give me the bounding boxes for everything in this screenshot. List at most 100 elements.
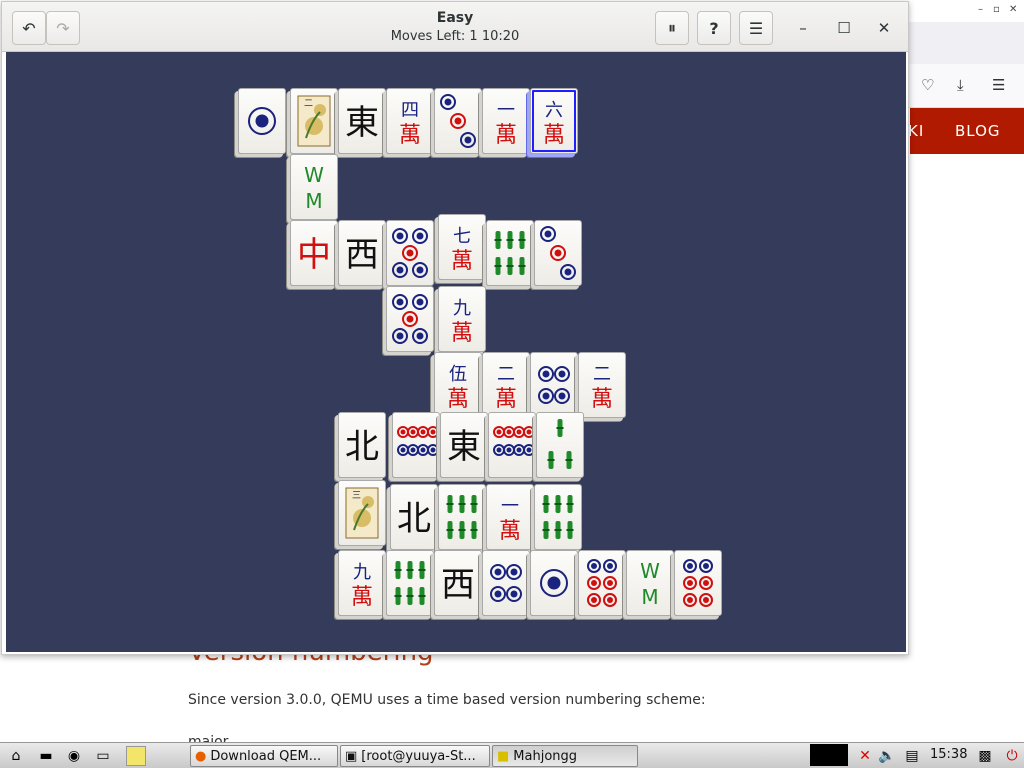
mahjong-tile[interactable]: 四萬 xyxy=(386,88,434,154)
tile-face-wan: 九萬 xyxy=(451,298,473,346)
tile-face-wan: 一萬 xyxy=(499,496,521,544)
mahjong-tile[interactable] xyxy=(674,550,722,616)
svg-text:萬: 萬 xyxy=(543,123,565,148)
svg-text:西: 西 xyxy=(441,565,475,605)
mahjong-tile[interactable]: 北 xyxy=(338,412,386,478)
browser-close-icon[interactable]: ✕ xyxy=(1009,4,1017,15)
mahjong-tile[interactable] xyxy=(578,550,626,616)
game-board[interactable]: 二東四萬一萬六萬WM中西七萬九萬伍萬二萬二萬北東三北一萬九萬西WM xyxy=(6,52,906,652)
clock[interactable]: 15:38 xyxy=(930,747,967,762)
mahjong-tile[interactable]: 一萬 xyxy=(482,88,530,154)
mahjong-tile[interactable]: 西 xyxy=(338,220,386,286)
mahjong-tile[interactable] xyxy=(530,352,578,418)
mahjong-tile[interactable] xyxy=(488,412,536,478)
download-icon[interactable]: ⤓ xyxy=(957,76,964,94)
tile-face-dot5 xyxy=(392,228,428,278)
help-icon: ? xyxy=(709,18,719,38)
browser-minimize-icon[interactable]: – xyxy=(978,4,983,15)
svg-text:三: 三 xyxy=(352,491,361,501)
mahjongg-icon: ■ xyxy=(497,748,510,764)
main-menu-button[interactable]: ☰ xyxy=(739,11,773,45)
tile-face-char: 北 xyxy=(397,499,431,539)
mahjong-tile[interactable] xyxy=(536,412,584,478)
svg-text:萬: 萬 xyxy=(399,123,421,148)
show-desktop-icon[interactable]: ▬ xyxy=(36,746,56,766)
tile-face-wan: 伍萬 xyxy=(447,364,469,412)
tile-face-char: 東 xyxy=(447,427,481,467)
tile-face-dot1 xyxy=(248,107,276,135)
taskbar-item-mahjongg[interactable]: ■ Mahjongg xyxy=(492,745,638,767)
power-icon[interactable]: ⏻ xyxy=(1002,746,1022,766)
workspace-icon[interactable] xyxy=(126,746,146,766)
page-paragraph: Since version 3.0.0, QEMU uses a time ba… xyxy=(188,692,706,708)
mahjong-tile[interactable]: 伍萬 xyxy=(434,352,482,418)
tile-face-wan: 四萬 xyxy=(399,100,421,148)
user-icon[interactable]: ▩ xyxy=(975,746,995,766)
close-button[interactable]: ✕ xyxy=(871,15,897,41)
browser-launcher-icon[interactable]: ◉ xyxy=(64,746,84,766)
volume-icon[interactable]: 🔈 xyxy=(877,746,897,766)
minimize-button[interactable]: – xyxy=(790,15,816,41)
mahjong-tile[interactable] xyxy=(482,550,530,616)
tile-face-dot8 xyxy=(493,426,534,456)
mahjong-tile[interactable]: 中 xyxy=(290,220,338,286)
menu-icon[interactable]: ☰ xyxy=(992,76,1005,94)
tile-face-bam: WM xyxy=(640,559,660,609)
taskbar-item-label: Mahjongg xyxy=(513,748,578,764)
selected-mahjong-tile[interactable]: 六萬 xyxy=(530,88,578,154)
mahjong-tile[interactable] xyxy=(238,88,286,154)
tile-face-wan: 二萬 xyxy=(591,364,613,412)
mahjong-tile[interactable] xyxy=(534,220,582,286)
mahjong-tile[interactable]: 東 xyxy=(338,88,386,154)
nav-link-blog[interactable]: BLOG xyxy=(955,122,1001,140)
pause-button[interactable]: ⏸ xyxy=(655,11,689,45)
nav-link-wiki[interactable]: KI xyxy=(908,122,924,140)
files-launcher-icon[interactable]: ▭ xyxy=(93,746,113,766)
mahjong-tile[interactable] xyxy=(534,484,582,550)
tile-face-char: 西 xyxy=(345,235,379,275)
browser-maximize-icon[interactable]: ▫ xyxy=(993,4,1000,15)
svg-text:四: 四 xyxy=(401,100,419,121)
mahjong-tile[interactable]: 七萬 xyxy=(438,214,486,280)
mahjong-tile[interactable]: 東 xyxy=(440,412,488,478)
taskbar-item-terminal[interactable]: ▣ [root@yuuya-St... xyxy=(340,745,490,767)
svg-text:M: M xyxy=(305,189,322,213)
mahjong-tile[interactable]: 西 xyxy=(434,550,482,616)
mahjong-tile[interactable]: WM xyxy=(290,154,338,220)
mahjong-tile[interactable]: 九萬 xyxy=(438,286,486,352)
mahjong-tile[interactable]: 九萬 xyxy=(338,550,386,616)
mahjong-tile[interactable]: 一萬 xyxy=(486,484,534,550)
mahjong-tile[interactable] xyxy=(386,286,434,352)
mahjong-tile[interactable] xyxy=(486,220,534,286)
taskbar-item-label: Download QEM... xyxy=(210,748,322,764)
hint-button[interactable]: ? xyxy=(697,11,731,45)
start-menu-icon[interactable]: ⌂ xyxy=(6,746,26,766)
mahjong-tile[interactable]: 二萬 xyxy=(482,352,530,418)
svg-text:西: 西 xyxy=(345,235,379,275)
tile-face-dot4 xyxy=(490,564,522,602)
clipboard-icon[interactable]: ▤ xyxy=(902,746,922,766)
mahjong-tile[interactable] xyxy=(438,484,486,550)
mahjong-tile[interactable]: 北 xyxy=(390,484,438,550)
maximize-button[interactable]: ☐ xyxy=(831,15,857,41)
tile-face-wan: 六萬 xyxy=(543,100,565,148)
taskbar-item-firefox[interactable]: ● Download QEM... xyxy=(190,745,338,767)
tray-blank xyxy=(810,744,848,766)
mahjong-tile[interactable] xyxy=(392,412,440,478)
svg-text:萬: 萬 xyxy=(499,519,521,544)
svg-text:二: 二 xyxy=(593,364,611,385)
tile-face-wan: 九萬 xyxy=(351,562,373,610)
mahjong-tile[interactable] xyxy=(386,220,434,286)
network-icon[interactable]: ✕ xyxy=(855,746,875,766)
mahjong-tile[interactable] xyxy=(530,550,578,616)
mahjong-tile[interactable] xyxy=(386,550,434,616)
mahjong-tile[interactable]: 三 xyxy=(338,480,386,546)
mahjong-tile[interactable] xyxy=(434,88,482,154)
mahjong-tile[interactable]: 二萬 xyxy=(578,352,626,418)
pocket-icon[interactable]: ♡ xyxy=(921,76,934,94)
mahjong-tile[interactable]: 二 xyxy=(290,88,338,154)
mahjong-tile[interactable]: WM xyxy=(626,550,674,616)
hamburger-icon: ☰ xyxy=(748,18,764,38)
tile-face-char: 北 xyxy=(345,427,379,467)
firefox-icon: ● xyxy=(195,748,207,764)
